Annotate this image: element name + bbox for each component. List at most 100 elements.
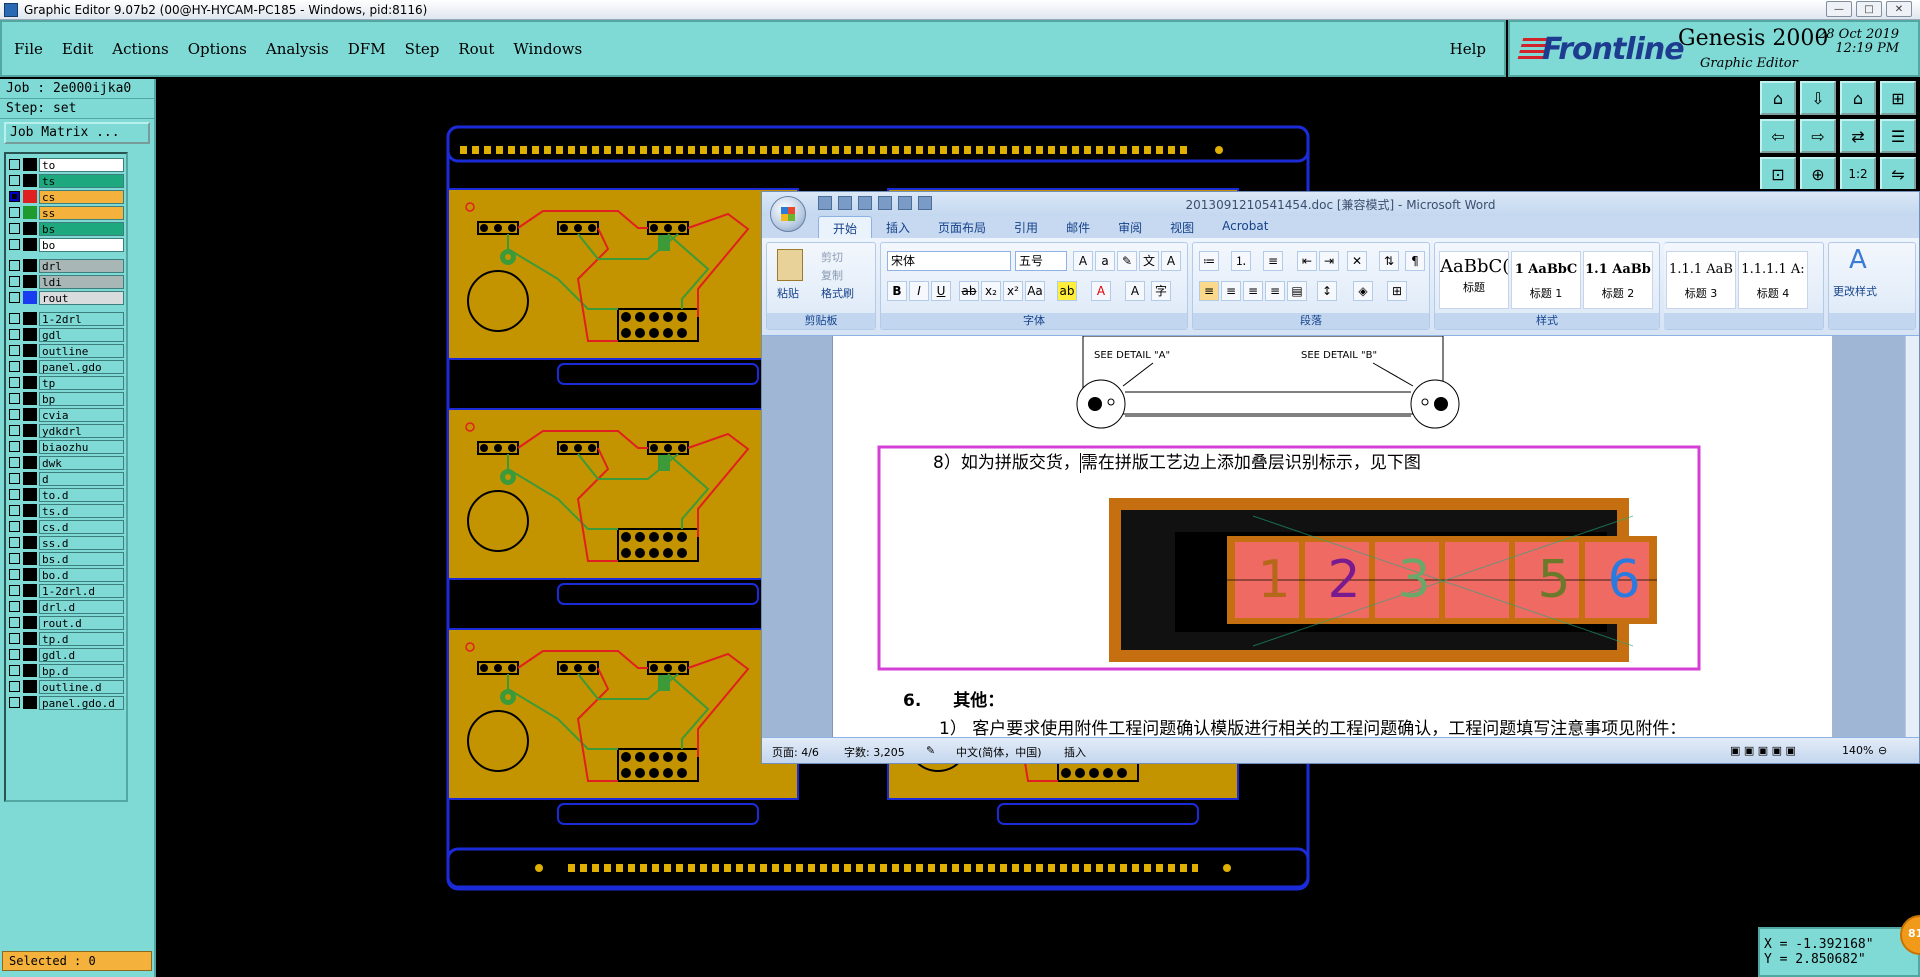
menu-file[interactable]: File <box>14 40 43 58</box>
layer-name[interactable]: ldi <box>39 274 124 289</box>
layer-color-swatch[interactable] <box>23 552 37 565</box>
sort-icon[interactable]: ⇅ <box>1379 251 1399 271</box>
layer-checkbox[interactable] <box>9 425 20 436</box>
layer-row[interactable]: cs <box>9 189 126 204</box>
menu-actions[interactable]: Actions <box>112 40 168 58</box>
layer-name[interactable]: outline.d <box>39 679 124 694</box>
change-styles-icon[interactable]: A <box>1849 245 1867 275</box>
status-language[interactable]: 中文(简体，中国) <box>956 744 1042 760</box>
paste-button[interactable]: 粘贴 <box>777 285 799 301</box>
layer-row[interactable]: rout.d <box>9 615 126 630</box>
layer-checkbox[interactable] <box>9 681 20 692</box>
layer-row[interactable]: d <box>9 471 126 486</box>
layer-name[interactable]: 1-2drl <box>39 311 124 326</box>
layer-checkbox[interactable] <box>9 329 20 340</box>
layer-checkbox[interactable] <box>9 553 20 564</box>
layer-name[interactable]: panel.gdo <box>39 359 124 374</box>
align-left-icon[interactable]: ≡ <box>1199 281 1219 301</box>
layer-row[interactable]: bo.d <box>9 567 126 582</box>
layer-checkbox[interactable] <box>9 239 20 250</box>
tool-home-icon[interactable]: ⌂ <box>1760 81 1796 115</box>
layer-row[interactable]: outline <box>9 343 126 358</box>
layer-name[interactable]: tp <box>39 375 124 390</box>
tool-mirror-icon[interactable]: ⇋ <box>1880 157 1916 191</box>
menu-analysis[interactable]: Analysis <box>266 40 329 58</box>
status-page[interactable]: 页面: 4/6 <box>772 744 819 760</box>
layer-color-swatch[interactable] <box>23 632 37 645</box>
tool-down-icon[interactable]: ⇩ <box>1800 81 1836 115</box>
layer-checkbox[interactable] <box>9 617 20 628</box>
layer-row[interactable]: bp.d <box>9 663 126 678</box>
layer-row[interactable]: gdl <box>9 327 126 342</box>
increase-indent-icon[interactable]: ⇥ <box>1319 251 1339 271</box>
status-words[interactable]: 字数: 3,205 <box>844 744 905 760</box>
paste-icon[interactable] <box>777 249 803 281</box>
layer-name[interactable]: bs.d <box>39 551 124 566</box>
layer-name[interactable]: 1-2drl.d <box>39 583 124 598</box>
layer-color-swatch[interactable] <box>23 238 37 251</box>
layer-color-swatch[interactable] <box>23 222 37 235</box>
layer-checkbox[interactable] <box>9 505 20 516</box>
numbering-icon[interactable]: ⒈ <box>1231 251 1251 271</box>
menu-help[interactable]: Help <box>1450 40 1486 58</box>
underline-icon[interactable]: U <box>931 281 951 301</box>
layer-checkbox[interactable] <box>9 585 20 596</box>
layer-row[interactable]: to.d <box>9 487 126 502</box>
layer-color-swatch[interactable] <box>23 344 37 357</box>
tool-scale-icon[interactable]: 1:2 <box>1840 157 1876 191</box>
layer-checkbox[interactable] <box>9 489 20 500</box>
layer-color-swatch[interactable] <box>23 696 37 709</box>
layer-color-swatch[interactable] <box>23 488 37 501</box>
layer-checkbox[interactable] <box>9 521 20 532</box>
layer-name[interactable]: gdl <box>39 327 124 342</box>
style-heading1[interactable]: 1 AaBbC 标题 1 <box>1511 251 1581 309</box>
tool-center-icon[interactable]: ⊕ <box>1800 157 1836 191</box>
layer-checkbox[interactable] <box>9 473 20 484</box>
layer-checkbox[interactable] <box>9 292 20 303</box>
font-size-select[interactable]: 五号 <box>1015 251 1067 271</box>
layer-name[interactable]: bp <box>39 391 124 406</box>
char-border-icon[interactable]: A <box>1161 251 1181 271</box>
style-heading2[interactable]: 1.1 AaBb 标题 2 <box>1583 251 1653 309</box>
layer-color-swatch[interactable] <box>23 600 37 613</box>
vertical-scrollbar[interactable] <box>1905 336 1919 739</box>
layer-checkbox[interactable] <box>9 393 20 404</box>
layer-row[interactable]: 1-2drl <box>9 311 126 326</box>
style-heading4[interactable]: 1.1.1.1 A: 标题 4 <box>1738 251 1808 309</box>
layer-checkbox[interactable] <box>9 649 20 660</box>
tool-left-icon[interactable]: ⇦ <box>1760 119 1796 153</box>
layer-color-swatch[interactable] <box>23 648 37 661</box>
change-styles-button[interactable]: 更改样式 <box>1833 283 1877 299</box>
layer-checkbox[interactable] <box>9 457 20 468</box>
layer-row[interactable]: 1-2drl.d <box>9 583 126 598</box>
layer-row[interactable]: ts.d <box>9 503 126 518</box>
layer-name[interactable]: bp.d <box>39 663 124 678</box>
menu-edit[interactable]: Edit <box>62 40 93 58</box>
subscript-icon[interactable]: x₂ <box>981 281 1001 301</box>
borders-icon[interactable]: ⊞ <box>1387 281 1407 301</box>
maximize-button[interactable]: □ <box>1856 1 1882 17</box>
layer-checkbox[interactable] <box>9 409 20 420</box>
layer-color-swatch[interactable] <box>23 360 37 373</box>
document-area[interactable]: SEE DETAIL "A" SEE DETAIL "B" 8）如为拼版交货，需… <box>762 336 1919 739</box>
tab-acrobat[interactable]: Acrobat <box>1208 216 1282 238</box>
menu-options[interactable]: Options <box>188 40 247 58</box>
menu-dfm[interactable]: DFM <box>348 40 386 58</box>
tab-insert[interactable]: 插入 <box>872 216 924 238</box>
layer-color-swatch[interactable] <box>23 259 37 272</box>
menu-step[interactable]: Step <box>405 40 440 58</box>
layer-color-swatch[interactable] <box>23 504 37 517</box>
menu-rout[interactable]: Rout <box>458 40 494 58</box>
layer-row[interactable]: tp.d <box>9 631 126 646</box>
layer-row[interactable]: drl <box>9 258 126 273</box>
tool-grid-icon[interactable]: ⊞ <box>1880 81 1916 115</box>
layer-color-swatch[interactable] <box>23 616 37 629</box>
format-painter-button[interactable]: 格式刷 <box>821 285 854 301</box>
layer-name[interactable]: rout <box>39 290 124 305</box>
layer-row[interactable]: ss.d <box>9 535 126 550</box>
layer-color-swatch[interactable] <box>23 584 37 597</box>
tab-view[interactable]: 视图 <box>1156 216 1208 238</box>
phonetic-icon[interactable]: 文 <box>1139 251 1159 271</box>
multilevel-list-icon[interactable]: ≡ <box>1263 251 1283 271</box>
layer-name[interactable]: d <box>39 471 124 486</box>
